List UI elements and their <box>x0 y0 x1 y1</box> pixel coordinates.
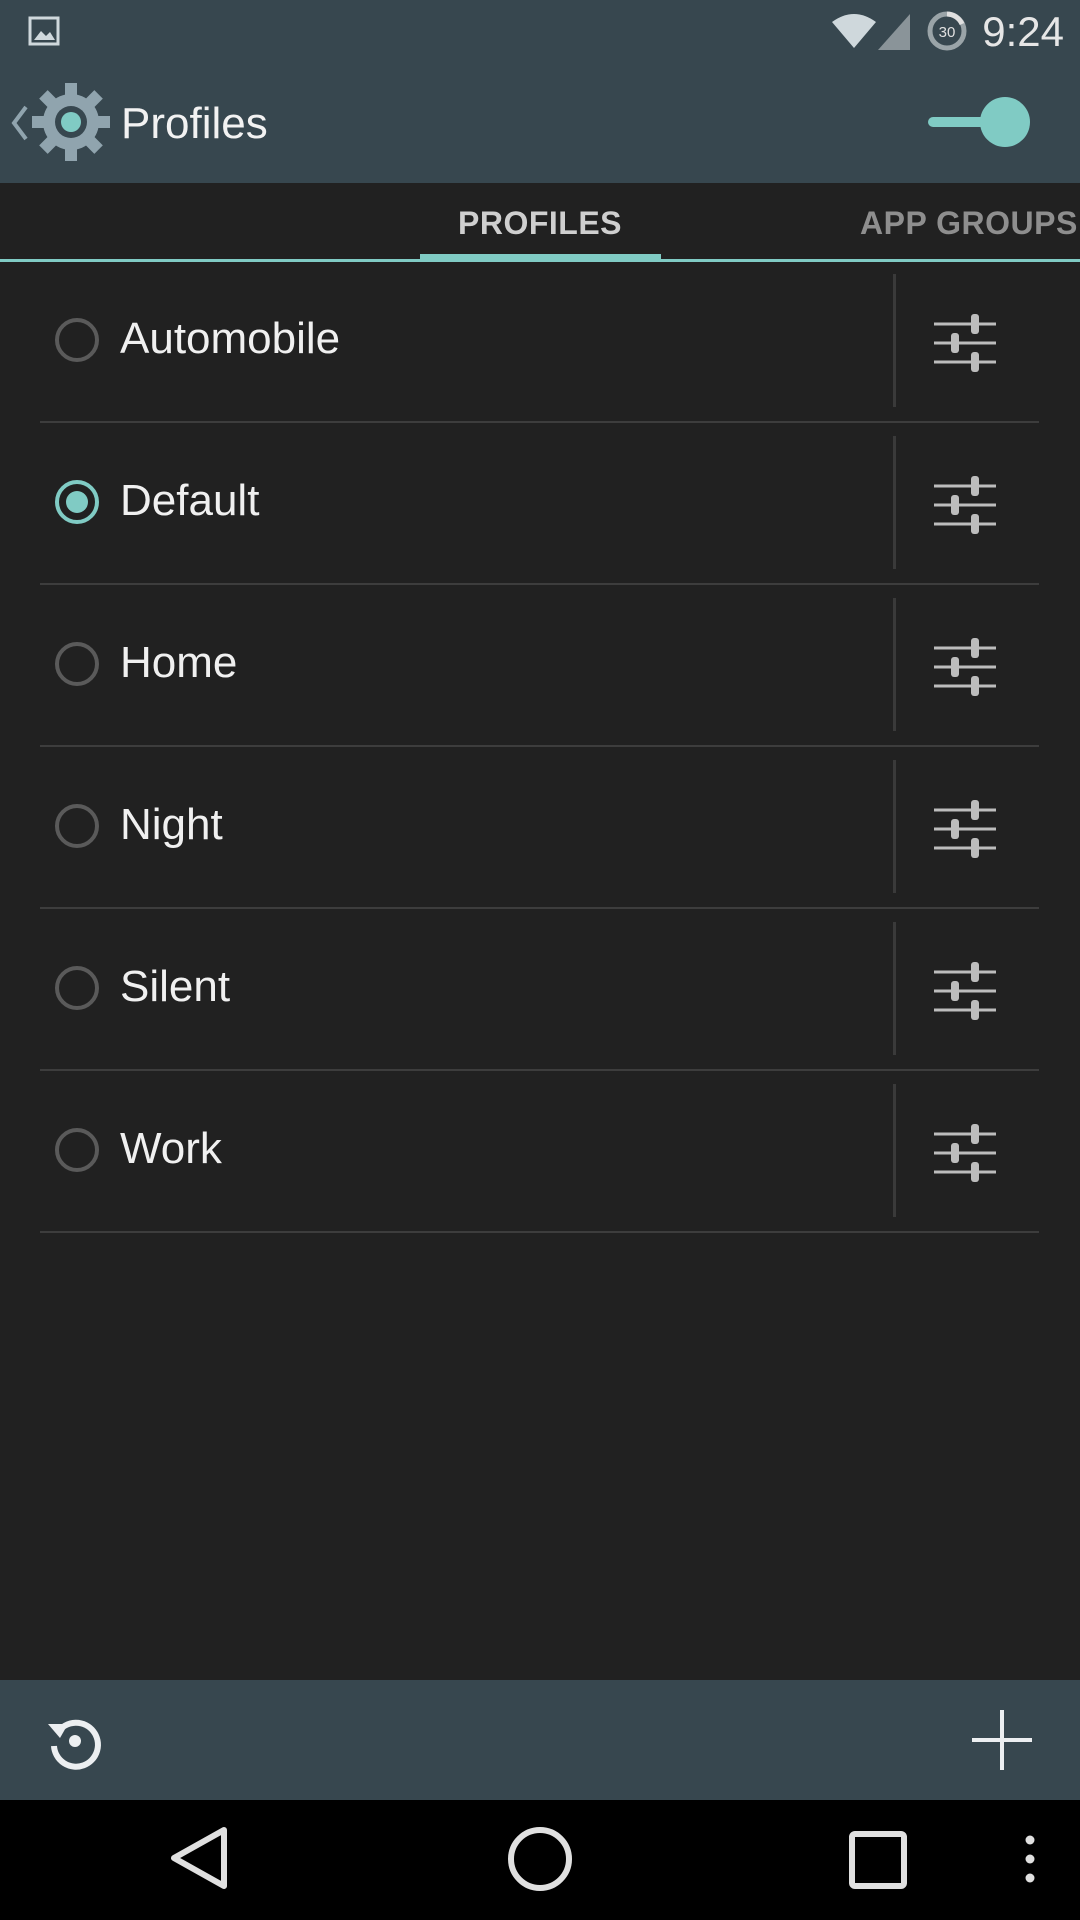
sliders-icon <box>934 638 996 696</box>
wifi-icon <box>830 12 878 55</box>
sliders-icon <box>934 962 996 1020</box>
profile-label: Silent <box>120 962 231 1011</box>
add-profile-button[interactable] <box>968 1706 1036 1774</box>
profile-settings-button[interactable] <box>920 464 1020 544</box>
profile-row-night[interactable]: Night <box>40 748 1039 909</box>
page-title: Profiles <box>121 99 268 148</box>
profiles-master-switch[interactable] <box>928 91 1032 155</box>
battery-icon: 30 <box>926 10 968 57</box>
row-divider <box>893 760 896 893</box>
plus-icon <box>972 1710 1032 1770</box>
tab-bar: PROFILES APP GROUPS <box>0 183 1080 262</box>
action-bar: Profiles <box>0 63 1080 183</box>
profile-radio-selected[interactable] <box>55 480 99 524</box>
profile-settings-button[interactable] <box>920 950 1020 1030</box>
tab-selected-indicator <box>420 254 661 262</box>
profile-label: Automobile <box>120 314 341 363</box>
tab-profiles[interactable]: PROFILES <box>420 205 660 242</box>
row-divider <box>893 274 896 407</box>
profile-radio[interactable] <box>55 642 99 686</box>
profile-row-automobile[interactable]: Automobile <box>40 262 1039 423</box>
profile-settings-button[interactable] <box>920 302 1020 382</box>
profile-radio[interactable] <box>55 318 99 362</box>
reset-icon <box>48 1719 101 1770</box>
overflow-menu-icon[interactable] <box>1020 1834 1040 1889</box>
row-divider <box>893 922 896 1055</box>
battery-level-text: 30 <box>939 24 956 41</box>
chevron-left-icon[interactable] <box>10 103 30 148</box>
recents-square-icon[interactable] <box>848 1830 908 1895</box>
row-divider <box>893 1084 896 1217</box>
reset-button[interactable] <box>44 1710 106 1772</box>
profile-label: Work <box>120 1124 222 1173</box>
profile-settings-button[interactable] <box>920 1112 1020 1192</box>
gear-icon[interactable] <box>30 81 112 168</box>
status-bar: 30 9:24 <box>0 0 1080 63</box>
profile-radio[interactable] <box>55 804 99 848</box>
sliders-icon <box>934 476 996 534</box>
profile-row-home[interactable]: Home <box>40 586 1039 747</box>
profile-radio[interactable] <box>55 1128 99 1172</box>
profile-label: Night <box>120 800 223 849</box>
row-divider <box>893 598 896 731</box>
profile-label: Default <box>120 476 260 525</box>
switch-thumb[interactable] <box>980 97 1030 147</box>
profile-row-work[interactable]: Work <box>40 1072 1039 1233</box>
system-navigation-bar <box>0 1800 1080 1920</box>
cell-signal-icon <box>876 12 912 57</box>
home-circle-icon[interactable] <box>505 1824 575 1899</box>
profile-row-default[interactable]: Default <box>40 424 1039 585</box>
profile-settings-button[interactable] <box>920 626 1020 706</box>
gallery-notification-icon <box>28 16 60 51</box>
profile-label: Home <box>120 638 238 687</box>
sliders-icon <box>934 800 996 858</box>
profile-radio[interactable] <box>55 966 99 1010</box>
profile-row-silent[interactable]: Silent <box>40 910 1039 1071</box>
profile-settings-button[interactable] <box>920 788 1020 868</box>
sliders-icon <box>934 314 996 372</box>
status-time: 9:24 <box>982 8 1064 55</box>
row-divider <box>893 436 896 569</box>
tab-app-groups[interactable]: APP GROUPS <box>860 205 1078 242</box>
bottom-action-bar <box>0 1680 1080 1800</box>
back-triangle-icon[interactable] <box>168 1824 232 1897</box>
sliders-icon <box>934 1124 996 1182</box>
